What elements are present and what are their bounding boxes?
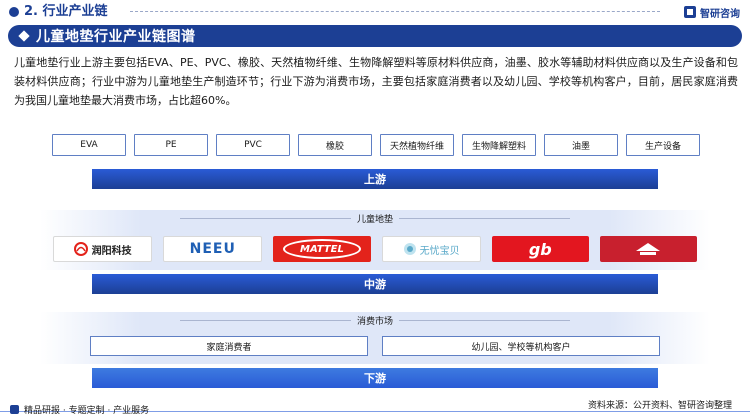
gb-logo-text: gb [528, 239, 552, 259]
gb-logo: gb [491, 236, 589, 262]
upstream-item: 生物降解塑料 [462, 134, 536, 156]
downstream-items: 家庭消费者 幼儿园、学校等机构客户 [90, 336, 660, 356]
midstream-label: 儿童地垫 [180, 212, 571, 225]
downstream-label: 消费市场 [180, 314, 571, 327]
neeu-logo: NEEU [163, 236, 263, 262]
brand-name: 智研咨询 [700, 8, 740, 20]
section-title: 2. 行业产业链 [24, 4, 108, 19]
upstream-item: 橡胶 [298, 134, 372, 156]
upstream-item: 生产设备 [626, 134, 700, 156]
upstream-bar: 上游 [92, 169, 658, 189]
title-bar: 儿童地垫行业产业链图谱 [8, 25, 742, 47]
downstream-label-text: 消费市场 [357, 317, 394, 327]
footer-square-icon [10, 405, 19, 414]
diamond-icon [18, 30, 30, 42]
divider [180, 218, 351, 219]
upstream-item: 油墨 [544, 134, 618, 156]
section-header: 2. 行业产业链 智研咨询 [0, 0, 750, 24]
upstream-item: PE [134, 134, 208, 156]
midstream-bar: 中游 [92, 274, 658, 294]
divider [399, 218, 571, 219]
midstream-logos: 润阳科技 NEEU MATTEL 无忧宝贝 gb [53, 236, 698, 262]
mattel-logo: MATTEL [273, 236, 371, 262]
brand-mark-icon [636, 243, 661, 255]
wuyou-baobei-logo: 无忧宝贝 [381, 236, 481, 262]
downstream-item: 幼儿园、学校等机构客户 [382, 336, 660, 356]
section-dot-icon [9, 7, 19, 17]
midstream-label-text: 儿童地垫 [357, 215, 394, 225]
upstream-items: EVA PE PVC 橡胶 天然植物纤维 生物降解塑料 油墨 生产设备 [52, 134, 700, 156]
wuyou-logo-text: 无忧宝贝 [419, 245, 460, 257]
page-title: 儿童地垫行业产业链图谱 [36, 29, 196, 45]
footer-tagline: 精品研报 · 专题定制 · 产业服务 [24, 406, 150, 416]
footer: 精品研报 · 专题定制 · 产业服务 资料来源：公开资料、智研咨询整理 [0, 398, 750, 420]
header-divider [130, 11, 660, 12]
runyang-logo: 润阳科技 [53, 236, 153, 262]
runyang-logo-text: 润阳科技 [91, 245, 132, 257]
downstream-bar: 下游 [92, 368, 658, 388]
intro-paragraph: 儿童地垫行业上游主要包括EVA、PE、PVC、橡胶、天然植物纤维、生物降解塑料等… [14, 56, 738, 107]
upstream-item: EVA [52, 134, 126, 156]
footer-source: 资料来源：公开资料、智研咨询整理 [587, 401, 732, 411]
mattel-logo-text: MATTEL [282, 239, 361, 259]
brand-logo-icon [684, 6, 696, 18]
brand: 智研咨询 [683, 4, 740, 20]
upstream-item: PVC [216, 134, 290, 156]
divider [399, 320, 571, 321]
downstream-item: 家庭消费者 [90, 336, 368, 356]
upstream-item: 天然植物纤维 [380, 134, 454, 156]
divider [180, 320, 351, 321]
wuyou-mark-icon [403, 243, 416, 255]
brand-logo [599, 236, 698, 262]
runyang-mark-icon [73, 242, 88, 256]
neeu-logo-text: NEEU [189, 241, 236, 257]
